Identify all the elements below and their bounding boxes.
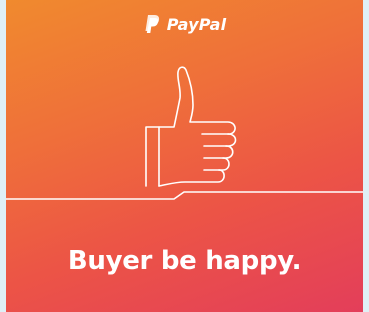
headline: Buyer be happy. — [67, 246, 302, 276]
ad-frame: PayPal Buyer be happy. — [0, 0, 369, 312]
paypal-ad-banner[interactable]: PayPal Buyer be happy. — [6, 0, 363, 312]
